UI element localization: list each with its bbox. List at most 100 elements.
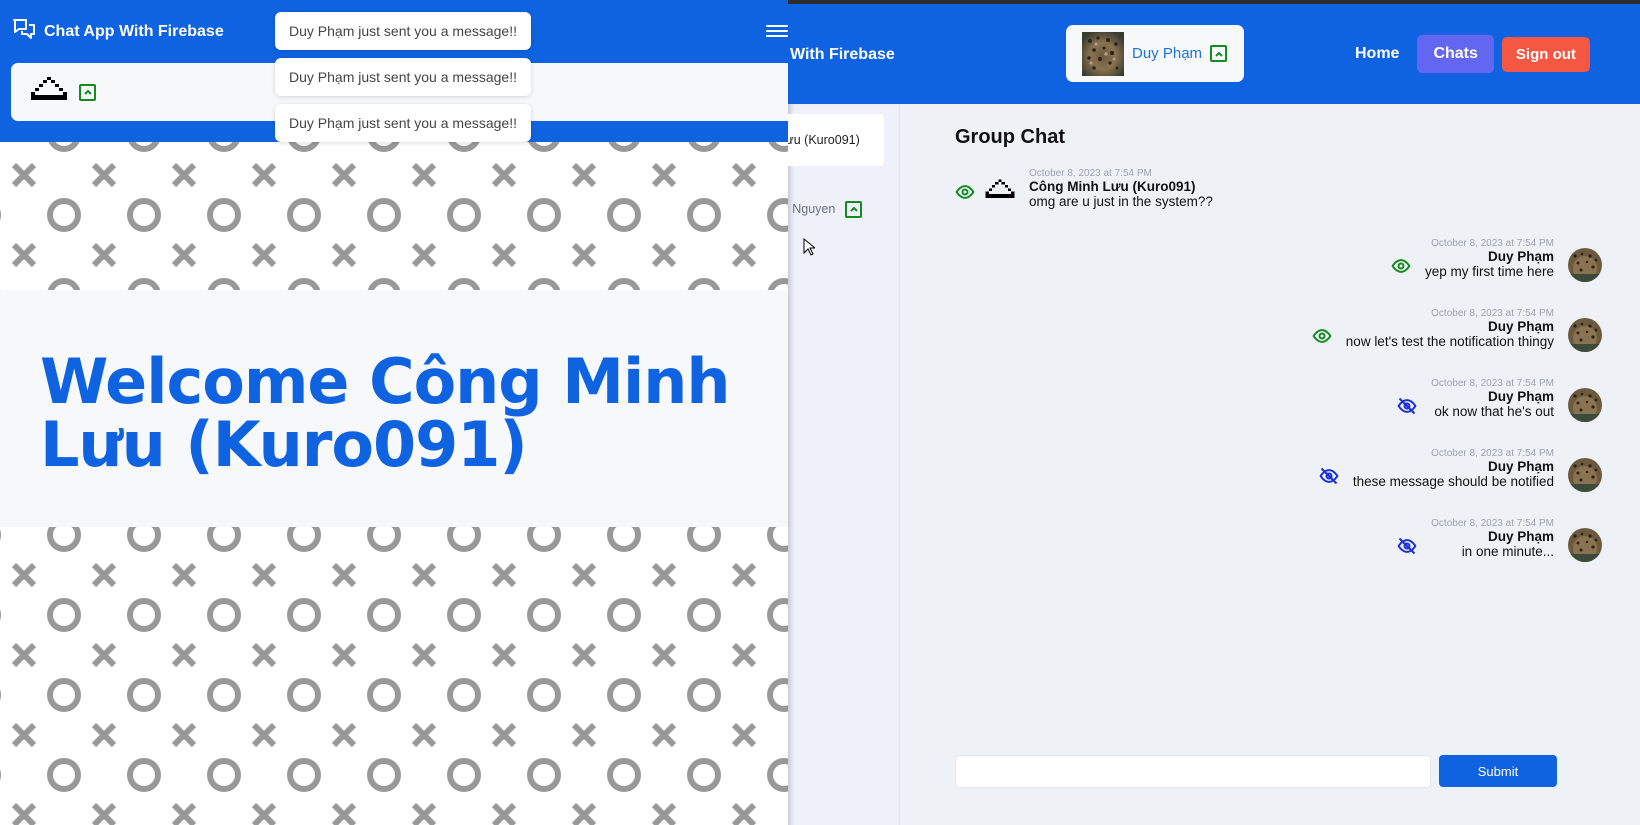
eye-seen-icon <box>1391 256 1411 276</box>
sidebar-item-user[interactable]: h Lưu (Kuro091) <box>788 114 884 166</box>
x-mark <box>651 562 677 588</box>
sidebar-item-user[interactable]: i Nguyen <box>788 194 884 224</box>
o-mark <box>127 527 161 552</box>
current-user-badge[interactable]: Duy Phạm <box>1066 25 1244 82</box>
o-mark <box>447 527 481 552</box>
o-mark <box>287 598 321 632</box>
nav-chats-button[interactable]: Chats <box>1417 35 1494 73</box>
message-timestamp: October 8, 2023 at 7:54 PM <box>1431 308 1554 319</box>
o-mark <box>207 527 241 552</box>
message-timestamp: October 8, 2023 at 7:54 PM <box>1431 238 1554 249</box>
o-mark <box>527 678 561 712</box>
message-item: October 8, 2023 at 7:54 PM Duy Phạm thes… <box>1319 448 1602 492</box>
o-mark <box>687 598 721 632</box>
x-mark <box>171 162 197 188</box>
x-mark <box>731 242 757 268</box>
brand-link[interactable]: Chat App With Firebase <box>12 18 224 45</box>
o-mark <box>47 598 81 632</box>
message-input[interactable] <box>955 755 1431 788</box>
x-mark <box>171 562 197 588</box>
o-mark <box>607 527 641 552</box>
x-mark <box>731 642 757 668</box>
welcome-banner: Welcome Công Minh Lưu (Kuro091) <box>0 290 788 527</box>
x-mark <box>651 802 677 825</box>
notification-toast[interactable]: Duy Phạm just sent you a message!! <box>275 104 531 142</box>
x-mark <box>11 722 37 748</box>
x-mark <box>91 802 117 825</box>
o-mark <box>607 678 641 712</box>
o-mark <box>127 598 161 632</box>
x-mark <box>11 162 37 188</box>
chat-panel: Group Chat October 8, 2023 at 7:54 PM Cô… <box>901 104 1640 825</box>
x-mark <box>171 722 197 748</box>
o-mark <box>47 678 81 712</box>
x-mark <box>571 642 597 668</box>
message-sender: Duy Phạm <box>1487 459 1554 474</box>
x-mark <box>651 642 677 668</box>
leopard-avatar <box>1568 248 1602 282</box>
x-mark <box>331 242 357 268</box>
o-mark <box>47 278 81 290</box>
message-timestamp: October 8, 2023 at 7:54 PM <box>1431 518 1554 529</box>
message-timestamp: October 8, 2023 at 7:54 PM <box>1029 168 1152 179</box>
o-mark <box>367 598 401 632</box>
current-user-name: Duy Phạm <box>1132 45 1203 62</box>
eye-unseen-icon <box>1397 536 1417 556</box>
message-item: October 8, 2023 at 7:54 PM Duy Phạm ok n… <box>1397 378 1602 422</box>
o-mark <box>287 678 321 712</box>
o-mark <box>127 678 161 712</box>
hamburger-menu-icon[interactable] <box>766 22 788 40</box>
x-mark <box>251 162 277 188</box>
message-item: October 8, 2023 at 7:54 PM Duy Phạm yep … <box>1391 238 1602 282</box>
eye-unseen-icon <box>1319 466 1339 486</box>
message-text: ok now that he's out <box>1434 404 1554 419</box>
notification-toast[interactable]: Duy Phạm just sent you a message!! <box>275 58 531 96</box>
navbar: With Firebase Duy Phạm Home Chats Sign o… <box>788 4 1640 104</box>
x-mark <box>11 562 37 588</box>
o-mark <box>608 142 640 152</box>
pixel-triangle-avatar-icon <box>29 75 69 110</box>
nav-home-link[interactable]: Home <box>1341 35 1413 73</box>
o-mark <box>367 278 401 290</box>
message-text: omg are u just in the system?? <box>1029 194 1213 209</box>
o-mark <box>208 142 240 152</box>
x-mark <box>651 162 677 188</box>
x-mark <box>491 722 517 748</box>
x-mark <box>571 562 597 588</box>
leopard-avatar <box>1568 318 1602 352</box>
o-mark <box>127 758 161 792</box>
o-mark <box>447 198 481 232</box>
x-mark <box>571 722 597 748</box>
notification-toast[interactable]: Duy Phạm just sent you a message!! <box>275 12 531 50</box>
o-mark <box>528 142 560 152</box>
left-browser-window: Welcome Công Minh Lưu (Kuro091) Chat App… <box>0 0 788 825</box>
o-mark <box>688 142 720 152</box>
eye-seen-icon <box>1312 326 1332 346</box>
o-mark <box>687 678 721 712</box>
o-mark <box>767 758 788 792</box>
sign-out-button[interactable]: Sign out <box>1501 36 1590 72</box>
x-mark <box>171 642 197 668</box>
o-mark <box>527 278 561 290</box>
chevron-up-icon[interactable] <box>79 83 96 101</box>
o-mark <box>768 142 788 152</box>
o-mark <box>687 198 721 232</box>
eye-unseen-icon <box>1397 396 1417 416</box>
leopard-avatar <box>1082 31 1124 76</box>
x-mark <box>571 162 597 188</box>
submit-button[interactable]: Submit <box>1439 755 1557 787</box>
chat-title: Group Chat <box>955 126 1065 148</box>
message-sender: Duy Phạm <box>1487 319 1554 334</box>
message-item: October 8, 2023 at 7:54 PM Duy Phạm in o… <box>1397 518 1602 562</box>
o-mark <box>767 198 788 232</box>
o-mark <box>767 678 788 712</box>
chevron-up-icon[interactable] <box>1210 45 1228 62</box>
x-mark <box>331 562 357 588</box>
o-mark <box>607 758 641 792</box>
o-mark <box>287 527 321 552</box>
brand-title[interactable]: With Firebase <box>790 46 895 64</box>
x-mark <box>91 642 117 668</box>
o-mark <box>287 278 321 290</box>
mouse-cursor-icon <box>803 237 817 261</box>
x-mark <box>731 562 757 588</box>
